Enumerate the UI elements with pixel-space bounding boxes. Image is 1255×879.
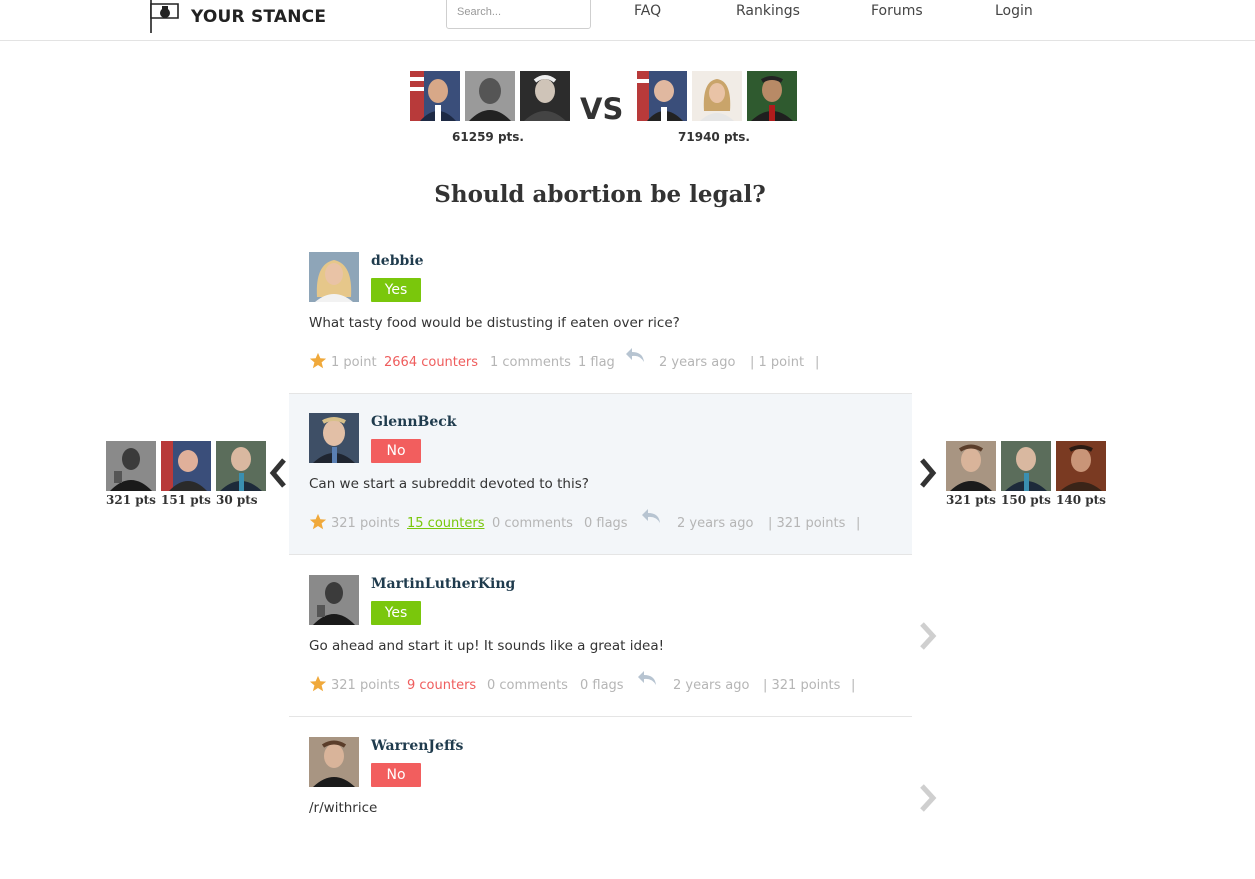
stance-badge: Yes <box>371 278 421 302</box>
team-left-avatar-1[interactable] <box>410 71 460 121</box>
post-tail-points: | 321 points <box>763 678 841 693</box>
post-separator: | <box>856 516 861 531</box>
star-icon[interactable] <box>309 675 327 693</box>
stance-badge: Yes <box>371 601 421 625</box>
post-item: debbie Yes What tasty food would be dist… <box>289 233 912 394</box>
post-age: 2 years ago <box>673 678 750 693</box>
post-separator: | <box>815 355 820 370</box>
left-rail-points-3: 30 pts <box>216 493 258 507</box>
post-text: What tasty food would be distusting if e… <box>309 315 680 331</box>
team-left-avatar-3[interactable] <box>520 71 570 121</box>
right-rail-avatar-3[interactable] <box>1056 441 1106 491</box>
star-icon[interactable] <box>309 352 327 370</box>
star-icon[interactable] <box>309 513 327 531</box>
post-flags[interactable]: 1 flag <box>578 355 615 370</box>
top-navigation-bar: YOUR STANCE FAQ Rankings Forums Login <box>0 0 1255 41</box>
post-counters-link[interactable]: 15 counters <box>407 516 484 531</box>
avatar[interactable] <box>309 413 359 463</box>
team-right-avatar-2[interactable] <box>692 71 742 121</box>
left-rail-avatar-1[interactable] <box>106 441 156 491</box>
nav-faq-link[interactable]: FAQ <box>634 3 661 19</box>
post-points: 321 points <box>331 678 400 693</box>
left-rail-points-1: 321 pts <box>106 493 156 507</box>
post-text: Go ahead and start it up! It sounds like… <box>309 638 665 654</box>
post-username[interactable]: debbie <box>371 253 424 269</box>
chevron-left-icon[interactable] <box>268 456 288 490</box>
post-comments-link[interactable]: 0 comments <box>487 678 568 693</box>
post-username[interactable]: WarrenJeffs <box>371 738 463 754</box>
right-rail-points-3: 140 pts <box>1056 493 1106 507</box>
right-rail-avatar-2[interactable] <box>1001 441 1051 491</box>
post-counters-link[interactable]: 9 counters <box>407 678 476 693</box>
chevron-right-icon[interactable] <box>918 456 938 490</box>
left-rail-avatar-2[interactable] <box>161 441 211 491</box>
chevron-right-icon[interactable] <box>918 620 938 652</box>
question-title: Should abortion be legal? <box>434 181 766 208</box>
post-flags[interactable]: 0 flags <box>580 678 624 693</box>
team-left-points: 61259 pts. <box>452 130 524 144</box>
left-rail-points-2: 151 pts <box>161 493 211 507</box>
team-left-avatar-2[interactable] <box>465 71 515 121</box>
nav-forums-link[interactable]: Forums <box>871 3 923 19</box>
post-counters-link[interactable]: 2664 counters <box>384 355 478 370</box>
brand-name: YOUR STANCE <box>191 7 327 27</box>
brand-logo[interactable]: YOUR STANCE <box>148 0 326 34</box>
reply-icon[interactable] <box>636 669 658 687</box>
post-comments-link[interactable]: 1 comments <box>490 355 571 370</box>
post-text: Can we start a subreddit devoted to this… <box>309 476 589 492</box>
nav-rankings-link[interactable]: Rankings <box>736 3 800 19</box>
post-comments-link[interactable]: 0 comments <box>492 516 573 531</box>
left-rail-avatar-3[interactable] <box>216 441 266 491</box>
avatar[interactable] <box>309 575 359 625</box>
avatar[interactable] <box>309 252 359 302</box>
team-right-avatar-3[interactable] <box>747 71 797 121</box>
stance-badge: No <box>371 763 421 787</box>
post-item: MartinLutherKing Yes Go ahead and start … <box>289 556 912 717</box>
post-username[interactable]: MartinLutherKing <box>371 576 515 592</box>
stance-badge: No <box>371 439 421 463</box>
team-right-avatar-1[interactable] <box>637 71 687 121</box>
post-username[interactable]: GlennBeck <box>371 414 457 430</box>
post-age: 2 years ago <box>677 516 754 531</box>
avatar[interactable] <box>309 737 359 787</box>
post-points: 321 points <box>331 516 400 531</box>
right-rail-avatar-1[interactable] <box>946 441 996 491</box>
chevron-right-icon[interactable] <box>918 782 938 814</box>
search-input[interactable] <box>446 0 591 29</box>
flag-icon <box>150 0 179 33</box>
post-age: 2 years ago <box>659 355 736 370</box>
reply-icon[interactable] <box>624 346 646 364</box>
post-text: /r/withrice <box>309 800 378 816</box>
post-tail-points: | 1 point <box>750 355 805 370</box>
right-rail-points-2: 150 pts <box>1001 493 1051 507</box>
post-tail-points: | 321 points <box>768 516 846 531</box>
right-rail-points-1: 321 pts <box>946 493 996 507</box>
versus-label: VS <box>580 92 624 126</box>
team-right-points: 71940 pts. <box>678 130 750 144</box>
post-item: WarrenJeffs No /r/withrice <box>289 718 912 879</box>
nav-login-link[interactable]: Login <box>995 3 1033 19</box>
post-item: GlennBeck No Can we start a subreddit de… <box>289 394 912 555</box>
reply-icon[interactable] <box>640 507 662 525</box>
post-flags[interactable]: 0 flags <box>584 516 628 531</box>
post-points: 1 point <box>331 355 377 370</box>
post-separator: | <box>851 678 856 693</box>
